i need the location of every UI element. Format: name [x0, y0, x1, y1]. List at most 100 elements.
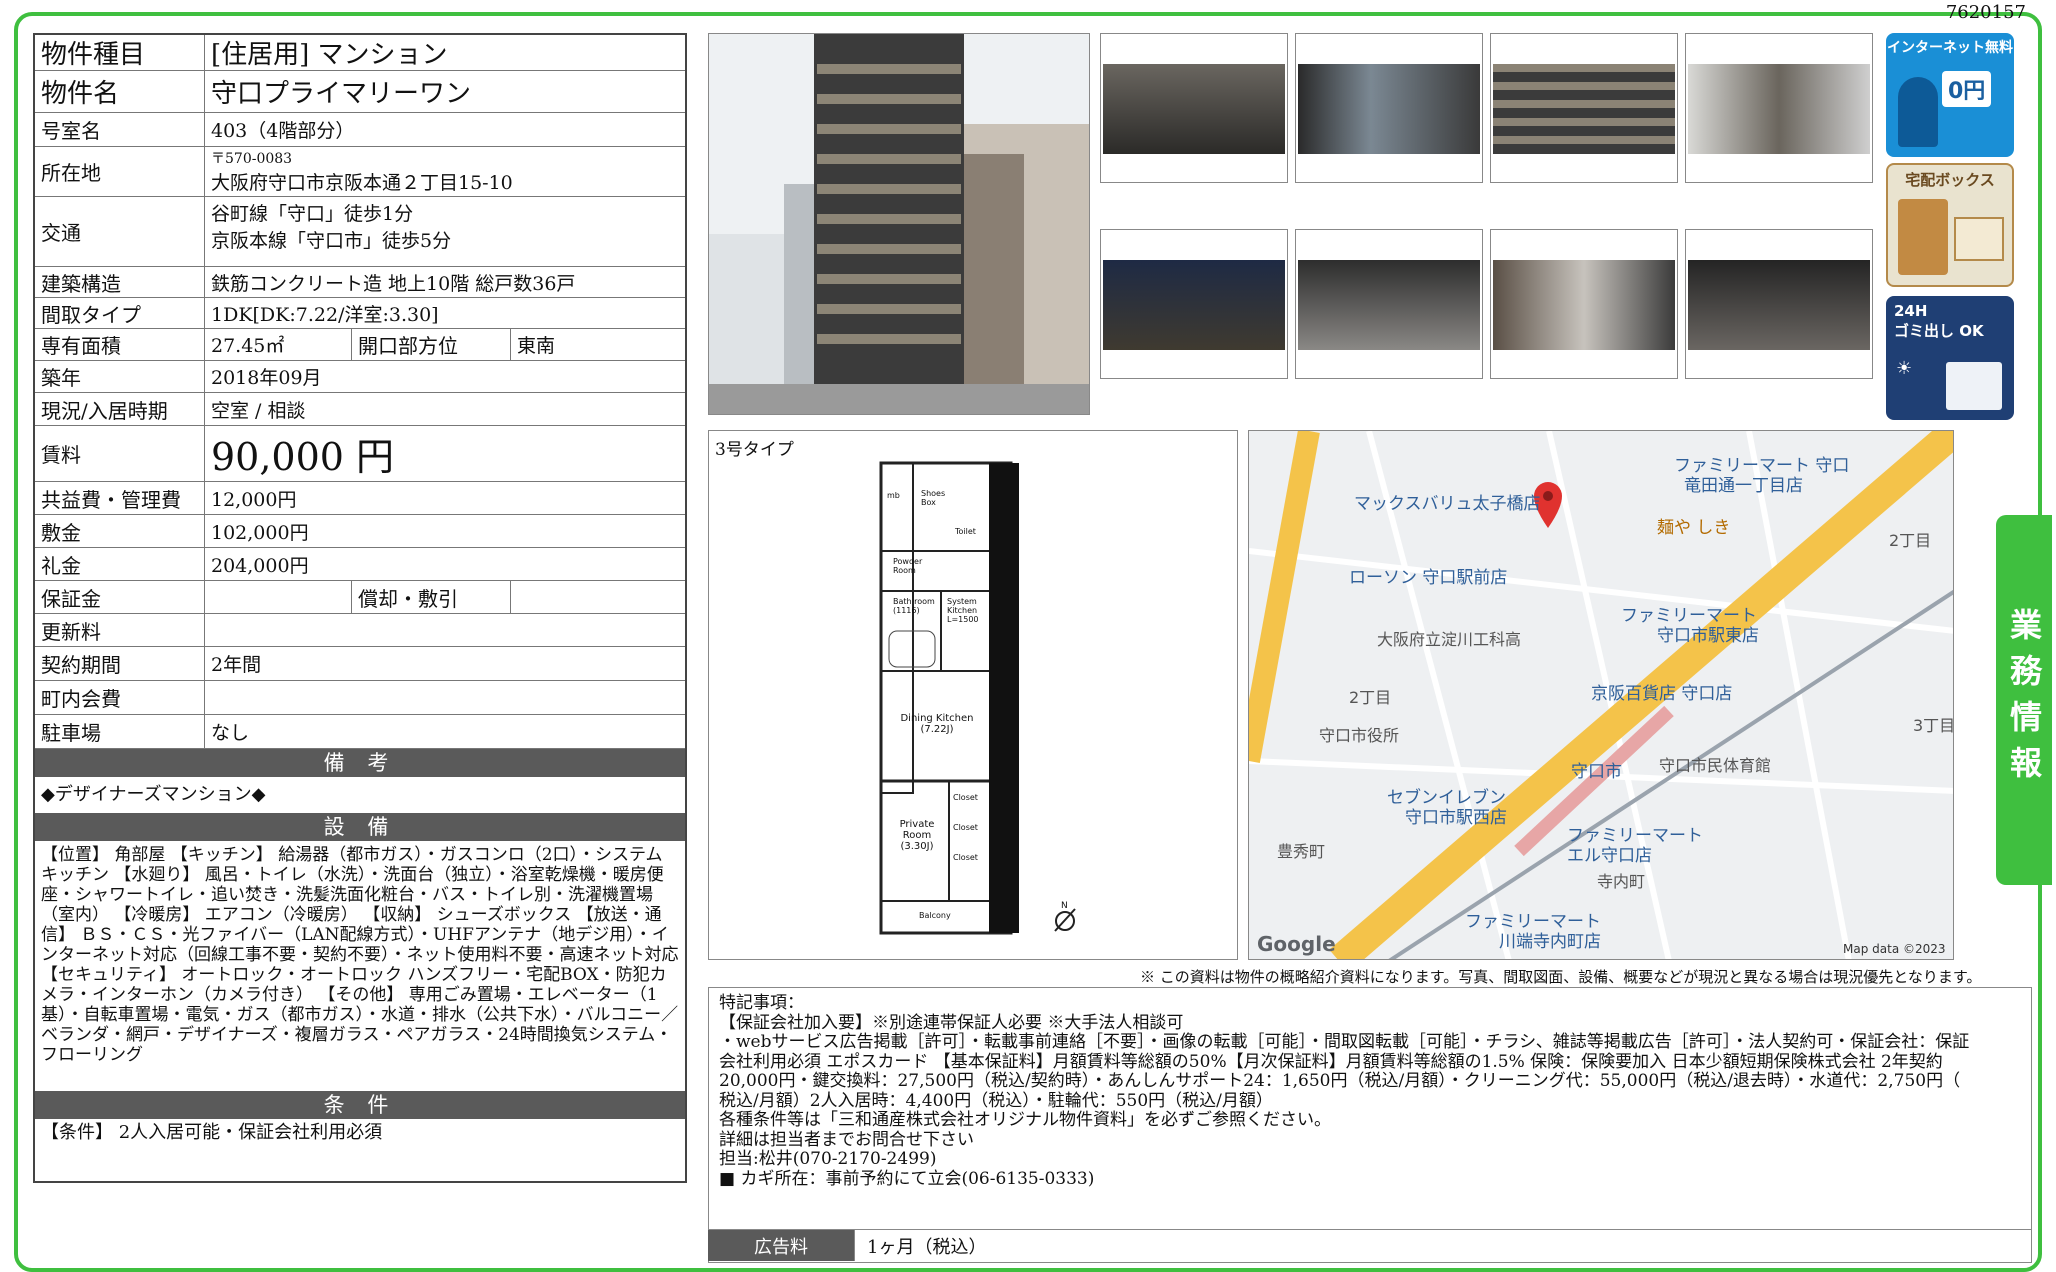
spec-row-renewal: 更新料: [35, 614, 685, 647]
location-map[interactable]: ファミリーマート 守口 竜田通一丁目店 マックスバリュ太子橋店 麺や しき ロー…: [1248, 430, 1954, 960]
ad-fee-value: 1ヶ月（税込）: [854, 1230, 986, 1261]
spec-row-room: 号室名 403（4階部分）: [35, 113, 685, 147]
conditions-header: 条 件: [35, 1091, 685, 1119]
transit-cell: 谷町線「守口」徒歩1分 京阪本線「守口市」徒歩5分: [205, 197, 685, 266]
map-label: 守口市役所: [1319, 726, 1399, 745]
spec-value: [205, 681, 685, 714]
spec-label: 町内会費: [35, 681, 205, 714]
floor-plan[interactable]: 3号タイプ mb Shoes Box Powder Room Toilet Ba…: [708, 430, 1238, 960]
postal-code: 〒570-0083: [211, 151, 293, 167]
map-label: 2丁目: [1889, 531, 1931, 550]
map-label: 京阪百貨店 守口店: [1591, 684, 1732, 704]
remarks-line: 20,000円・鍵交換料：27,500円（税込/契約時）・あんしんサポート24：…: [719, 1071, 1961, 1091]
spec-row-type: 物件種目 [住居用] マンション: [35, 35, 685, 71]
map-label: ファミリーマート: [1567, 826, 1703, 846]
photo-thumbnail-living[interactable]: [1100, 33, 1288, 183]
spec-row-area: 専有面積 27.45㎡ 開口部方位 東南: [35, 329, 685, 361]
room-label: mb: [887, 491, 900, 500]
map-label: 豊秀町: [1277, 842, 1325, 861]
spec-row-term: 契約期間 2年間: [35, 647, 685, 681]
photo-thumbnail-entrance-exterior[interactable]: [1685, 33, 1873, 183]
map-label: ローソン 守口駅前店: [1349, 568, 1507, 588]
photo-thumbnail-hallway[interactable]: [1490, 229, 1678, 379]
spec-value: なし: [211, 722, 250, 744]
room-label: Private Room (3.30J): [899, 819, 935, 852]
room-label: Balcony: [919, 911, 951, 920]
photo-thumbnail-night-entrance[interactable]: [1100, 229, 1288, 379]
remarks-line: ■ カギ所在：事前予約にて立会(06-6135-0333): [719, 1168, 1095, 1189]
trash-bin-icon: [1946, 362, 2002, 410]
remarks-line: 各種条件等は「三和通産株式会社オリジナル物件資料」を必ずご参照ください。: [719, 1110, 1331, 1130]
google-logo: Google: [1257, 932, 1336, 956]
special-remarks: 特記事項： 【保証会社加入要】※別途連帯保証人必要 ※大手法人相談可 ・webサ…: [708, 987, 2032, 1263]
spec-label: 敷金: [35, 515, 205, 547]
map-label: ファミリーマート: [1621, 606, 1757, 626]
spec-row-deposit: 敷金 102,000円: [35, 515, 685, 548]
spec-value: 102,000円: [211, 521, 309, 544]
spec-label: 号室名: [35, 113, 205, 146]
spec-row-transit: 交通 谷町線「守口」徒歩1分 京阪本線「守口市」徒歩5分: [35, 197, 685, 267]
room-label: Dining Kitchen (7.22J): [900, 713, 974, 735]
spec-label: 築年: [35, 361, 205, 392]
remarks-line: 【保証会社加入要】※別途連帯保証人必要 ※大手法人相談可: [719, 1012, 1184, 1033]
room-label: Closet: [953, 853, 978, 862]
business-info-tab[interactable]: 業務情報: [1996, 515, 2052, 885]
spec-value: 2018年09月: [211, 367, 322, 389]
spec-label: 交通: [35, 197, 205, 266]
map-label: 守口市駅東店: [1657, 626, 1759, 646]
remarks-line: 特記事項：: [719, 993, 804, 1013]
trash-24h-badge: 24H ゴミ出し OK ☀: [1886, 296, 2014, 420]
spec-label: 物件種目: [35, 35, 205, 70]
spec-label: 礼金: [35, 548, 205, 580]
spec-row-key-money: 礼金 204,000円: [35, 548, 685, 581]
spec-label: 賃料: [35, 426, 205, 481]
map-label: 大阪府立淀川工科高: [1377, 630, 1521, 649]
spec-value: 鉄筋コンクリート造 地上10階 総戸数36戸: [211, 272, 576, 295]
spec-label: 所在地: [35, 147, 205, 196]
locker-icon: [1898, 199, 1948, 275]
map-label: 3丁目: [1913, 716, 1954, 735]
disclaimer-note: ※ この資料は物件の概略紹介資料になります。写真、間取図面、設備、概要などが現況…: [1140, 968, 1982, 986]
photo-thumbnail-lounge[interactable]: [1685, 229, 1873, 379]
photo-thumbnail-facade[interactable]: [1490, 33, 1678, 183]
badge-price: 0円: [1942, 71, 1992, 107]
room-label: Powder Room: [893, 557, 923, 575]
sun-icon: ☀: [1896, 358, 1913, 379]
photo-thumbnail-bedroom[interactable]: [1295, 33, 1483, 183]
building-exterior-photo[interactable]: [708, 33, 1090, 415]
map-attribution: Map data ©2023: [1843, 942, 1946, 956]
spec-label: 現況/入居時期: [35, 393, 205, 425]
remarks-line: 税込/月額）2人入居時：4,400円（税込）・駐輪代：550円（税込/月額）: [719, 1090, 1273, 1111]
spec-value: 12,000円: [211, 488, 297, 511]
map-label: 守口市: [1571, 762, 1622, 782]
spec-value: 空室 / 相談: [211, 399, 306, 422]
spec-label: 償却・敷引: [351, 581, 511, 613]
equipment-header: 設 備: [35, 813, 685, 841]
badge-title: インターネット無料: [1887, 40, 2013, 56]
address-text: 大阪府守口市京阪本通２丁目15-10: [211, 172, 513, 194]
photo-thumbnail-lobby[interactable]: [1295, 229, 1483, 379]
spec-value: 204,000円: [211, 554, 309, 577]
spec-label: 駐車場: [35, 715, 205, 748]
transit-line: 京阪本線「守口市」徒歩5分: [211, 230, 452, 252]
map-label: マックスバリュ太子橋店: [1354, 494, 1541, 514]
spec-label: 更新料: [35, 614, 205, 646]
map-label: 守口市民体育館: [1659, 756, 1771, 775]
spec-row-address: 所在地 〒570-0083 大阪府守口市京阪本通２丁目15-10: [35, 147, 685, 197]
spec-label: 契約期間: [35, 647, 205, 680]
spec-label: 物件名: [35, 71, 205, 112]
spec-row-fee: 共益費・管理費 12,000円: [35, 482, 685, 515]
document-id: 7620157: [1945, 2, 2026, 23]
remarks-line: ・webサービス広告掲載［許可］・転載事前連絡［不要］・画像の転載［可能］・間取…: [719, 1032, 1970, 1052]
rent-value: 90,000 円: [211, 435, 395, 479]
map-label: セブンイレブン: [1387, 787, 1506, 808]
map-label: 竜田通一丁目店: [1684, 476, 1803, 496]
spec-value: 東南: [517, 335, 556, 357]
room-label: Closet: [953, 793, 978, 802]
badge-subtitle: ゴミ出し OK: [1894, 322, 1984, 340]
ad-fee-label: 広告料: [708, 1230, 854, 1261]
remarks-line: 担当:松井(070-2170-2499): [719, 1149, 937, 1169]
spec-row-rent: 賃料 90,000 円: [35, 426, 685, 482]
spec-value: 403（4階部分）: [211, 120, 355, 142]
map-label: ファミリーマート: [1465, 912, 1601, 932]
